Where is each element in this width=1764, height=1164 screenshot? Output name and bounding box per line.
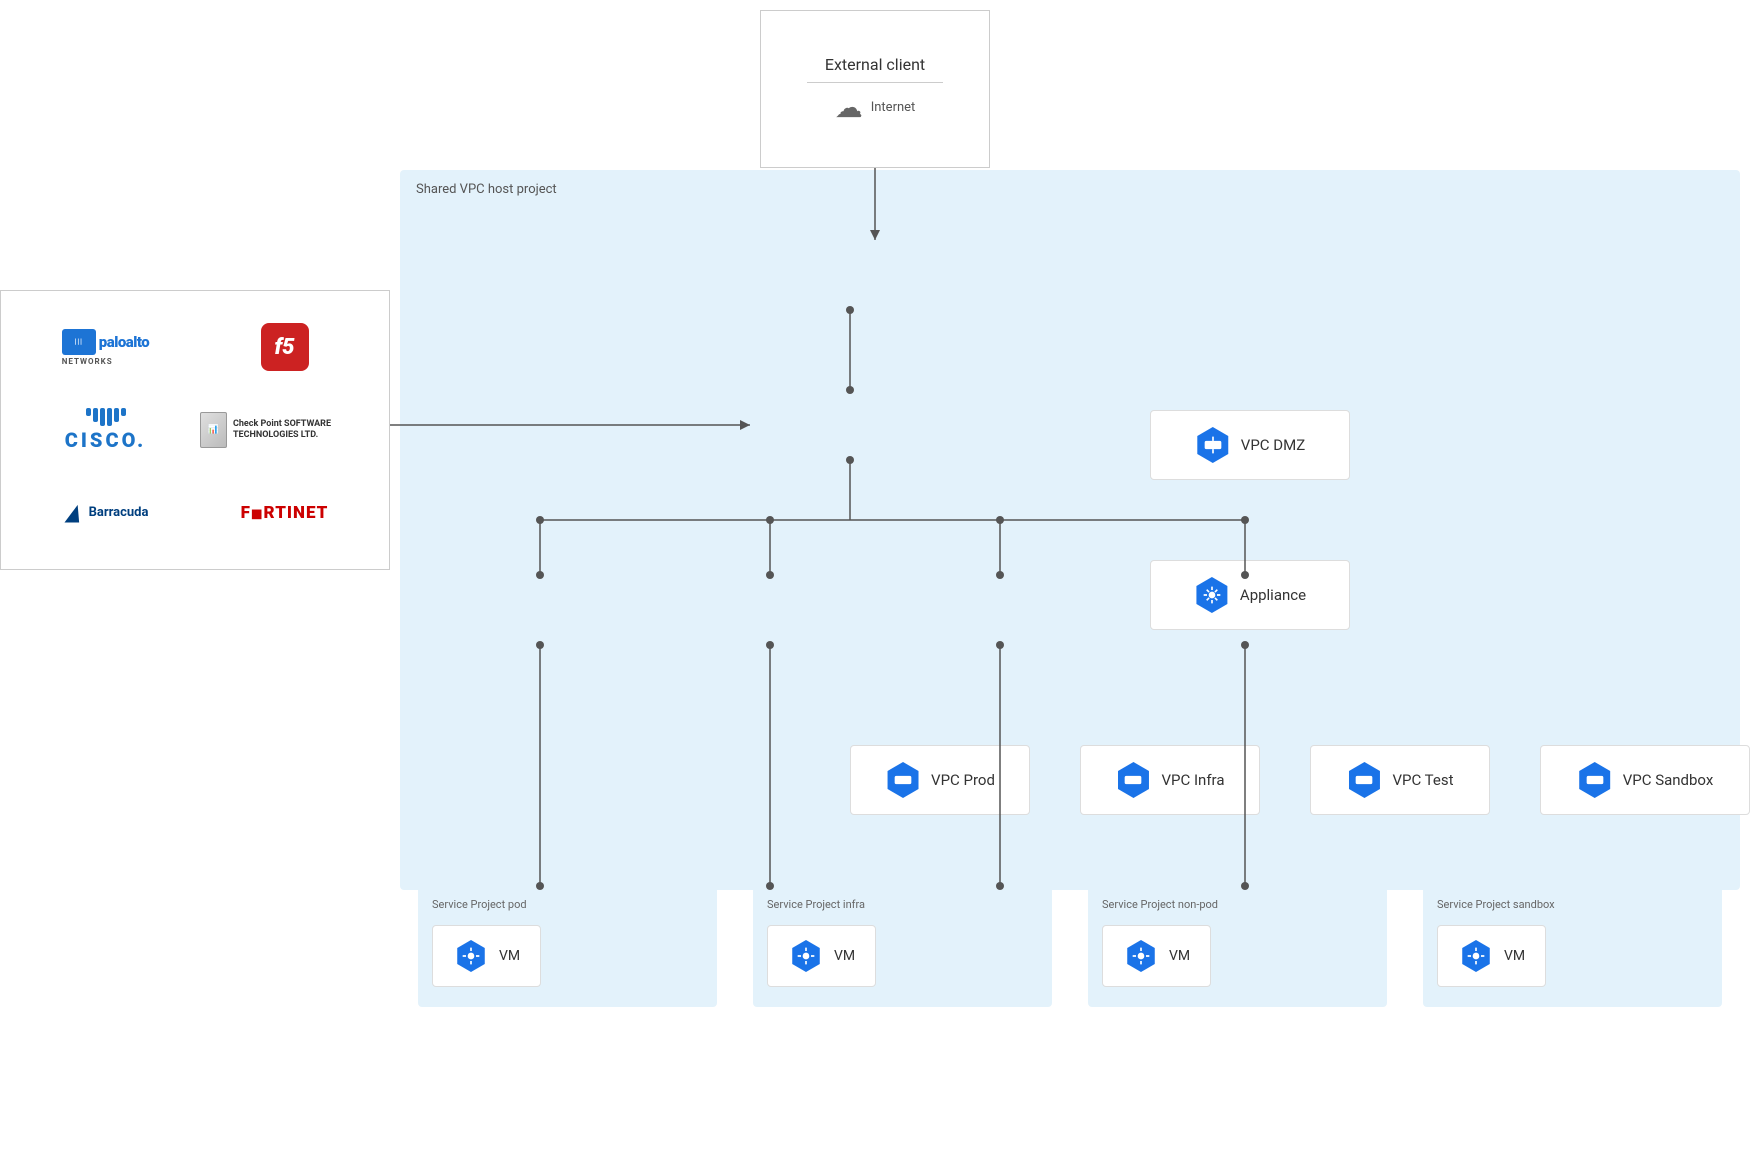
cisco-logo: CISCO. bbox=[65, 408, 147, 452]
vm-nonpod-icon bbox=[1123, 938, 1159, 974]
vm-infra-icon bbox=[788, 938, 824, 974]
f5-logo: f5 bbox=[261, 323, 309, 371]
vpc-dmz-icon bbox=[1195, 427, 1231, 463]
vendor-box: ||| paloalto NETWORKS f5 bbox=[0, 290, 390, 570]
vpc-dmz-label: VPC DMZ bbox=[1241, 436, 1305, 454]
vm-pod-label: VM bbox=[499, 948, 520, 964]
paloalto-logo: ||| paloalto NETWORKS bbox=[62, 329, 149, 366]
sp-sandbox-title: Service Project sandbox bbox=[1437, 898, 1708, 911]
service-project-sandbox: Service Project sandbox VM bbox=[1423, 886, 1722, 1007]
vpc-prod-icon bbox=[885, 762, 921, 798]
appliance-icon bbox=[1194, 577, 1230, 613]
vm-sandbox-label: VM bbox=[1504, 948, 1525, 964]
service-project-infra: Service Project infra VM bbox=[753, 886, 1052, 1007]
shared-vpc-label: Shared VPC host project bbox=[416, 182, 557, 197]
vpc-prod-node: VPC Prod bbox=[850, 745, 1030, 815]
diagram-container: ||| paloalto NETWORKS f5 bbox=[0, 0, 1764, 1164]
service-project-nonpod: Service Project non-pod VM bbox=[1088, 886, 1387, 1007]
vpc-dmz-node: VPC DMZ bbox=[1150, 410, 1350, 480]
vpc-test-icon bbox=[1346, 762, 1382, 798]
vpc-sandbox-icon bbox=[1577, 762, 1613, 798]
vpc-prod-label: VPC Prod bbox=[931, 771, 995, 789]
service-project-pod: Service Project pod VM bbox=[418, 886, 717, 1007]
sp-nonpod-title: Service Project non-pod bbox=[1102, 898, 1373, 911]
vpc-test-label: VPC Test bbox=[1392, 771, 1453, 789]
vpc-infra-node: VPC Infra bbox=[1080, 745, 1260, 815]
vpc-test-node: VPC Test bbox=[1310, 745, 1490, 815]
external-client-title: External client bbox=[825, 55, 925, 74]
vm-pod-icon bbox=[453, 938, 489, 974]
sp-infra-title: Service Project infra bbox=[767, 898, 1038, 911]
service-projects-section: Service Project pod VM Service Project i… bbox=[400, 886, 1740, 1007]
appliance-label: Appliance bbox=[1240, 586, 1306, 604]
vm-infra-node: VM bbox=[767, 925, 876, 987]
vm-nonpod-label: VM bbox=[1169, 948, 1190, 964]
vm-infra-label: VM bbox=[834, 948, 855, 964]
vpc-sandbox-label: VPC Sandbox bbox=[1623, 771, 1714, 789]
divider bbox=[807, 82, 944, 83]
internet-cloud-icon: ☁ bbox=[835, 91, 863, 124]
appliance-node: Appliance bbox=[1150, 560, 1350, 630]
fortinet-logo: F◼RTINET bbox=[241, 503, 329, 523]
vpc-infra-icon bbox=[1115, 762, 1151, 798]
shared-vpc-box: Shared VPC host project VPC DMZ Applianc… bbox=[400, 170, 1740, 890]
barracuda-logo: Barracuda bbox=[63, 502, 149, 524]
checkpoint-logo: 📊 Check Point SOFTWARE TECHNOLOGIES LTD. bbox=[200, 412, 369, 448]
vpc-infra-label: VPC Infra bbox=[1161, 771, 1224, 789]
sp-pod-title: Service Project pod bbox=[432, 898, 703, 911]
vm-nonpod-node: VM bbox=[1102, 925, 1211, 987]
external-client-box: External client ☁ Internet bbox=[760, 10, 990, 168]
internet-label: Internet bbox=[871, 100, 916, 115]
vm-sandbox-node: VM bbox=[1437, 925, 1546, 987]
vm-sandbox-icon bbox=[1458, 938, 1494, 974]
vpc-sandbox-node: VPC Sandbox bbox=[1540, 745, 1750, 815]
vm-pod-node: VM bbox=[432, 925, 541, 987]
